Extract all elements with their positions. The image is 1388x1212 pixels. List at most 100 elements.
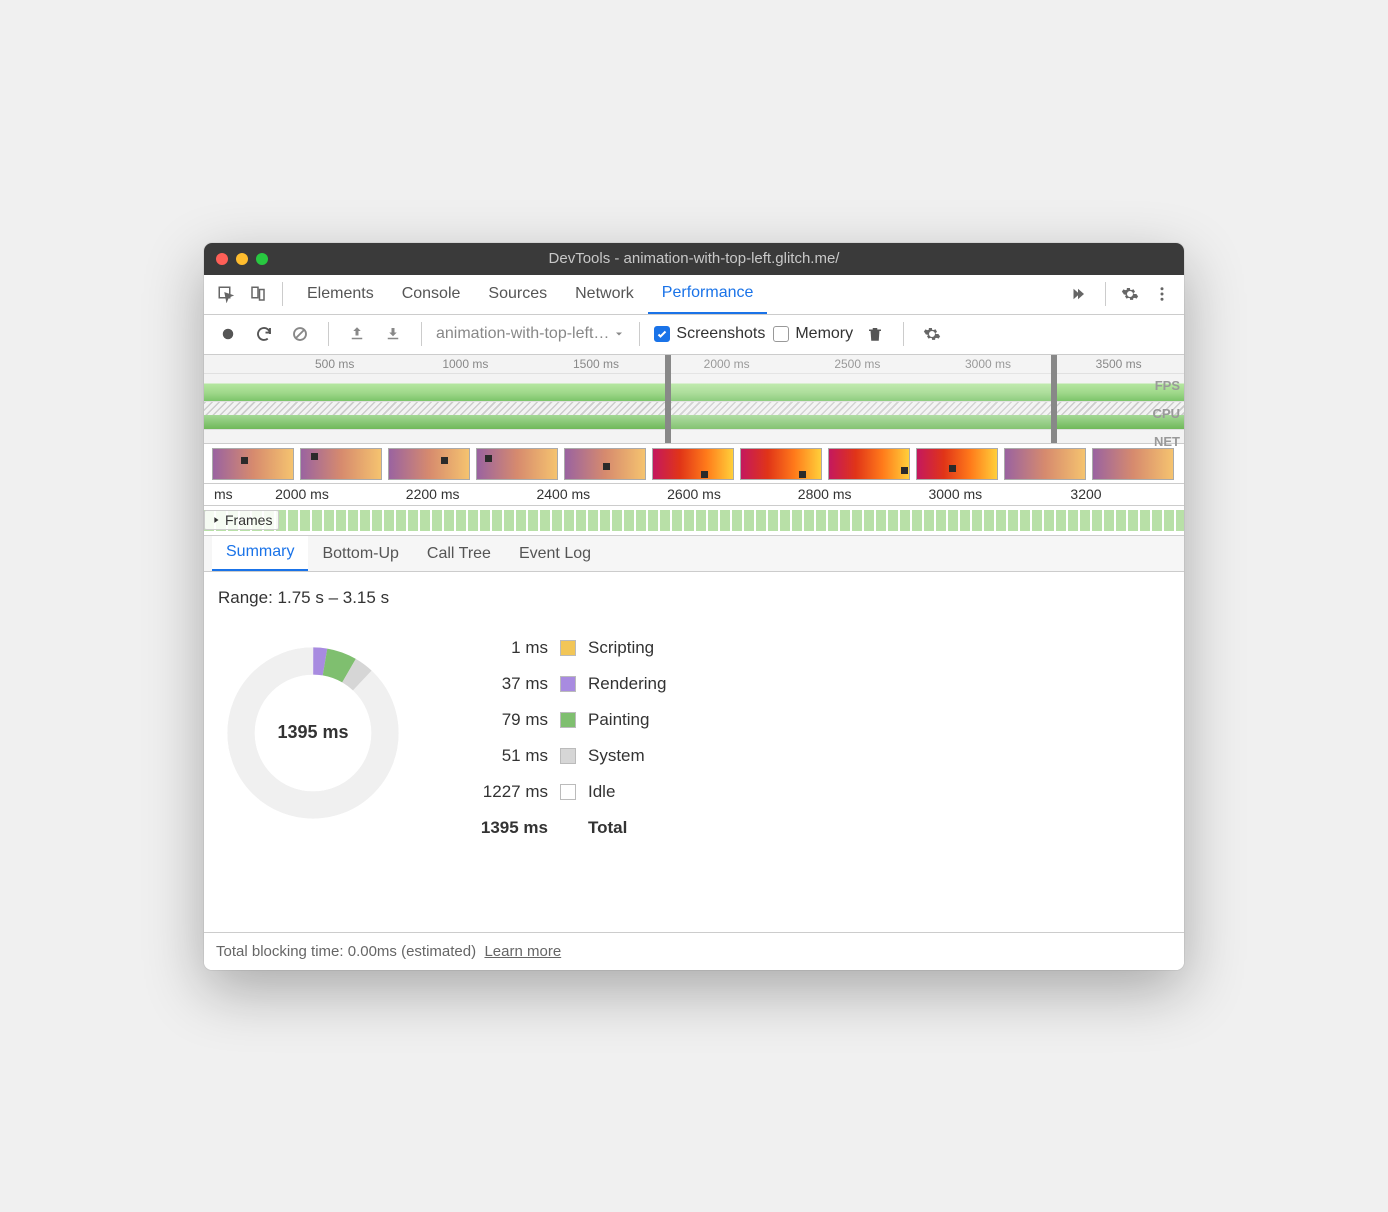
ruler-tick: 2800 ms [798,486,852,502]
record-button[interactable] [214,320,242,348]
recording-selector[interactable]: animation-with-top-left… [436,325,625,343]
legend-swatch [560,748,576,764]
screenshot-filmstrip[interactable] [204,444,1184,484]
frames-track[interactable]: Frames [204,506,1184,536]
screenshots-checkbox[interactable]: Screenshots [654,325,765,343]
tab-console[interactable]: Console [388,274,475,314]
overview-tick: 1500 ms [573,357,619,371]
subtab-call-tree[interactable]: Call Tree [413,537,505,571]
legend-swatch [560,784,576,800]
window-title: DevTools - animation-with-top-left.glitc… [216,250,1172,267]
legend-swatch [560,712,576,728]
tab-sources[interactable]: Sources [474,274,561,314]
ruler-tick: 2200 ms [406,486,460,502]
learn-more-link[interactable]: Learn more [484,943,561,960]
memory-label: Memory [795,325,853,343]
close-window-button[interactable] [216,253,228,265]
legend-label: Rendering [588,674,666,694]
summary-donut-chart: 1395 ms [218,638,408,828]
filmstrip-thumb[interactable] [916,448,998,480]
device-toggle-icon[interactable] [244,280,272,308]
legend-value: 1 ms [478,638,548,658]
filmstrip-thumb[interactable] [564,448,646,480]
devtools-window: DevTools - animation-with-top-left.glitc… [204,243,1184,970]
ruler-prefix: ms [214,486,233,502]
window-titlebar: DevTools - animation-with-top-left.glitc… [204,243,1184,275]
overview-selection-window[interactable] [665,355,1057,443]
legend-swatch [560,640,576,656]
overview-tick: 3500 ms [1096,357,1142,371]
filmstrip-thumb[interactable] [652,448,734,480]
triangle-right-icon [211,515,221,525]
recording-selector-label: animation-with-top-left… [436,325,609,343]
fps-label: FPS [1155,378,1180,393]
detail-sub-tabs: SummaryBottom-UpCall TreeEvent Log [204,536,1184,572]
legend-value: 51 ms [478,746,548,766]
checkbox-unchecked-icon [773,326,789,342]
zoom-window-button[interactable] [256,253,268,265]
tab-performance[interactable]: Performance [648,274,768,314]
filmstrip-thumb[interactable] [1004,448,1086,480]
traffic-lights [216,253,268,265]
legend-label: Total [588,818,666,838]
overview-tick: 1000 ms [442,357,488,371]
legend-value: 1395 ms [478,818,548,838]
ruler-tick: 2400 ms [536,486,590,502]
garbage-collect-icon[interactable] [861,320,889,348]
donut-total: 1395 ms [218,638,408,828]
more-tabs-icon[interactable] [1067,280,1095,308]
range-label: Range: 1.75 s – 3.15 s [218,588,1170,608]
subtab-summary[interactable]: Summary [212,535,308,571]
ruler-tick: 3200 [1070,486,1101,502]
frames-track-header[interactable]: Frames [204,510,279,530]
settings-gear-icon[interactable] [1116,280,1144,308]
memory-checkbox[interactable]: Memory [773,325,853,343]
tab-elements[interactable]: Elements [293,274,388,314]
reload-record-button[interactable] [250,320,278,348]
timeline-overview[interactable]: 500 ms1000 ms1500 ms2000 ms2500 ms3000 m… [204,355,1184,444]
clear-button[interactable] [286,320,314,348]
filmstrip-thumb[interactable] [300,448,382,480]
subtab-event-log[interactable]: Event Log [505,537,605,571]
filmstrip-thumb[interactable] [828,448,910,480]
ruler-tick: 2000 ms [275,486,329,502]
net-label: NET [1154,434,1180,449]
capture-settings-gear-icon[interactable] [918,320,946,348]
footer-bar: Total blocking time: 0.00ms (estimated) … [204,932,1184,970]
inspect-element-icon[interactable] [212,280,240,308]
blocking-time-text: Total blocking time: 0.00ms (estimated) [216,943,476,960]
upload-profile-icon[interactable] [343,320,371,348]
flamechart-ruler[interactable]: ms 2000 ms 2200 ms 2400 ms 2600 ms 2800 ms 300… [204,484,1184,506]
filmstrip-thumb[interactable] [476,448,558,480]
divider [421,322,422,346]
frames-label: Frames [225,512,272,528]
frames-stripes [204,510,1184,531]
tab-network[interactable]: Network [561,274,648,314]
screenshots-label: Screenshots [676,325,765,343]
filmstrip-thumb[interactable] [1092,448,1174,480]
kebab-menu-icon[interactable] [1148,280,1176,308]
divider [639,322,640,346]
divider [1105,282,1106,306]
minimize-window-button[interactable] [236,253,248,265]
filmstrip-thumb[interactable] [212,448,294,480]
performance-toolbar: animation-with-top-left… Screenshots Mem… [204,315,1184,355]
filmstrip-thumb[interactable] [740,448,822,480]
cpu-label: CPU [1153,406,1180,421]
overview-tick: 500 ms [315,357,354,371]
ruler-tick: 2600 ms [667,486,721,502]
summary-pane: Range: 1.75 s – 3.15 s 1395 ms 1 msScrip… [204,572,1184,932]
filmstrip-thumb[interactable] [388,448,470,480]
checkbox-checked-icon [654,326,670,342]
legend-label: System [588,746,666,766]
legend-value: 1227 ms [478,782,548,802]
download-profile-icon[interactable] [379,320,407,348]
legend-value: 37 ms [478,674,548,694]
legend-label: Painting [588,710,666,730]
legend-swatch [560,676,576,692]
subtab-bottom-up[interactable]: Bottom-Up [308,537,412,571]
ruler-tick: 3000 ms [928,486,982,502]
main-tab-bar: ElementsConsoleSourcesNetworkPerformance [204,275,1184,315]
chevron-down-icon [613,328,625,340]
divider [328,322,329,346]
